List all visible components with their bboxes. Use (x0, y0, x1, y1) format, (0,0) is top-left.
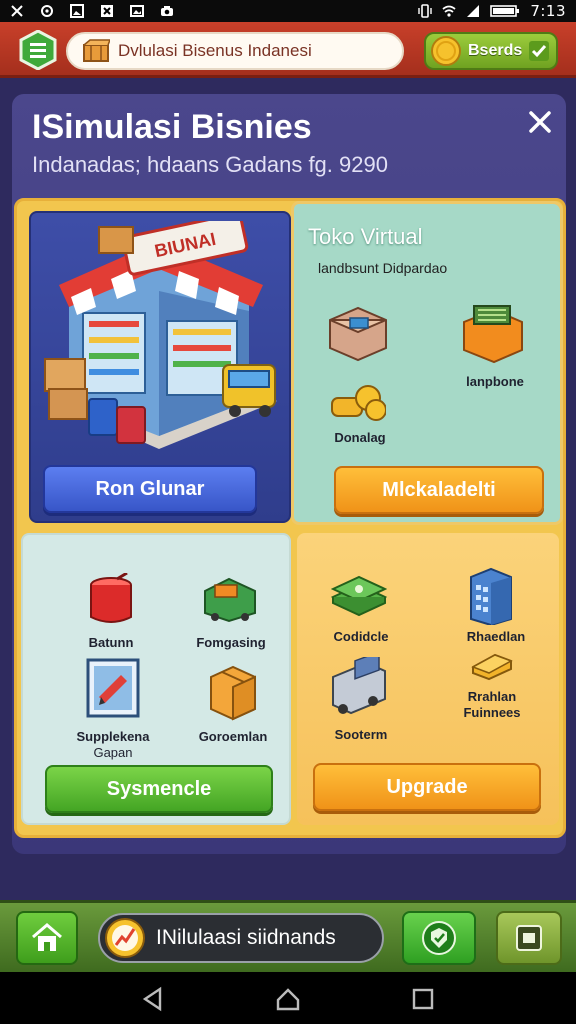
red-barrel-icon[interactable] (87, 573, 135, 627)
operations-item-label: Fomgasing (196, 635, 266, 650)
operations-item-label: Goroemlan (198, 729, 268, 744)
inventory-button[interactable] (496, 911, 562, 965)
virtual-item-label: lanpbone (466, 374, 524, 389)
menu-icon[interactable] (18, 30, 58, 70)
signal-icon (467, 5, 480, 17)
vibrate-icon (418, 4, 433, 18)
status-bar: 7:13 (0, 0, 576, 22)
home-nav-icon[interactable] (275, 986, 301, 1012)
checkmark-icon (529, 41, 550, 61)
close-icon (101, 5, 113, 17)
delivery-truck-icon[interactable] (327, 657, 391, 717)
upgrade-button[interactable]: Upgrade (313, 763, 541, 811)
virtual-store-card: Toko Virtual landbsunt Didpardao lanpbon… (291, 201, 563, 525)
virtual-store-button[interactable]: Mlckaladelti (334, 466, 544, 514)
upgrade-item-label: Sooterm (334, 727, 388, 742)
gallery-icon (130, 5, 144, 17)
back-icon[interactable] (140, 986, 166, 1012)
home-icon (32, 923, 62, 951)
app-title: Dvlulasi Bisenus Indanesi (118, 41, 312, 60)
recents-icon[interactable] (410, 986, 436, 1012)
simulation-label: INilulaasi siidnands (156, 926, 336, 949)
image-icon (70, 4, 84, 18)
battery-icon (490, 5, 520, 17)
shop-card: BIUNAI Ron Glunar (29, 211, 291, 523)
close-icon[interactable] (526, 108, 554, 136)
operations-item-label: Batunn (88, 635, 134, 650)
shield-icon (422, 921, 456, 955)
coins-label: Bserds (468, 42, 523, 59)
upgrade-item-label: Rhaedlan (466, 629, 526, 644)
app-title-bar: Dvlulasi Bisenus Indanesi (66, 32, 404, 70)
crate-icon (83, 39, 110, 62)
simulation-panel: ISimulasi Bisnies Indanadas; hdaans Gada… (12, 94, 566, 854)
upgrade-item-label: Rrahlan (467, 689, 517, 704)
wifi-icon (442, 5, 456, 17)
bottom-bar: INilulaasi siidnands (0, 900, 576, 972)
camera-icon (161, 6, 173, 16)
system-nav-bar (0, 972, 576, 1024)
upgrade-item-sublabel: Fuinnees (463, 705, 521, 720)
upgrade-card: Codidcle Rhaedlan Sooterm Rrahlan Fuinne… (297, 533, 559, 825)
gold-coins-icon[interactable] (330, 384, 386, 424)
shop-action-button[interactable]: Ron Glunar (43, 465, 257, 513)
building-icon[interactable] (465, 567, 517, 625)
virtual-item-label: Donalag (334, 430, 386, 445)
shield-button[interactable] (402, 911, 476, 965)
chart-badge-icon (105, 918, 145, 958)
panel-subtitle: Indanadas; hdaans Gadans fg. 9290 (32, 152, 388, 177)
content-frame: BIUNAI Ron Glunar Toko Virtual landbsunt… (14, 198, 566, 838)
simulation-pill[interactable]: INilulaasi siidnands (98, 913, 384, 963)
upgrade-item-label: Codidcle (333, 629, 389, 644)
package-icon[interactable] (205, 663, 259, 721)
coins-button[interactable]: Bserds (424, 32, 558, 70)
orange-crate-icon[interactable] (460, 302, 526, 366)
storage-box-icon[interactable] (326, 304, 390, 362)
cargo-box-icon[interactable] (201, 575, 259, 623)
operations-card: Batunn Fomgasing Supplekena Gapan Goroem… (21, 533, 291, 825)
coin-icon (431, 36, 461, 66)
cash-stack-icon[interactable] (331, 573, 387, 619)
clock-time: 7:13 (530, 2, 566, 20)
sync-icon (41, 5, 53, 17)
home-button[interactable] (16, 911, 78, 965)
supply-frame-icon[interactable] (85, 657, 141, 719)
gold-bar-icon[interactable] (469, 651, 515, 681)
notification-icon (11, 5, 23, 17)
shop-illustration: BIUNAI (44, 221, 277, 449)
virtual-store-subtitle: landbsunt Didpardao (318, 260, 448, 276)
panel-title: ISimulasi Bisnies (32, 108, 312, 146)
virtual-store-title: Toko Virtual (308, 224, 423, 249)
app-header: Dvlulasi Bisenus Indanesi Bserds (0, 22, 576, 78)
operations-button[interactable]: Sysmencle (45, 765, 273, 813)
operations-item-label: Supplekena (76, 729, 150, 744)
inventory-icon (516, 925, 542, 951)
operations-item-sublabel: Gapan (93, 745, 133, 760)
